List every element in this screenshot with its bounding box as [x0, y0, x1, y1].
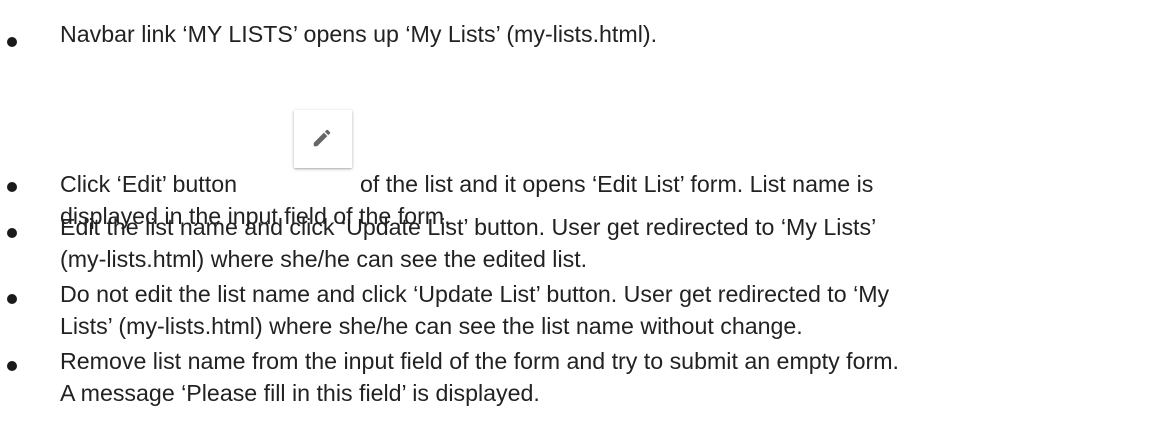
text-line: A message ‘Please fill in this field’ is… [60, 380, 540, 406]
bullet-dot [7, 294, 17, 304]
text-line: Navbar link ‘MY LISTS’ opens up ‘My List… [60, 21, 658, 47]
text-fragment: Click ‘Edit’ button [60, 171, 237, 197]
text-fragment: of the list and it opens ‘Edit List’ for… [360, 171, 874, 197]
list-item-text: Do not edit the list name and click ‘Upd… [60, 278, 1145, 342]
bullet-dot [7, 361, 17, 371]
document-page: Navbar link ‘MY LISTS’ opens up ‘My List… [0, 0, 1153, 443]
bullet-dot [7, 228, 17, 238]
list-item-text: Remove list name from the input field of… [60, 345, 1145, 409]
bullet-dot [7, 37, 17, 47]
text-line: Do not edit the list name and click ‘Upd… [60, 281, 890, 307]
text-line: Edit the list name and click ‘Update Lis… [60, 214, 877, 240]
bullet-dot [7, 182, 17, 192]
text-line: Remove list name from the input field of… [60, 348, 899, 374]
list-item-text: Edit the list name and click ‘Update Lis… [60, 211, 1145, 275]
text-line: Lists’ (my-lists.html) where she/he can … [60, 313, 803, 339]
text-line: (my-lists.html) where she/he can see the… [60, 246, 588, 272]
pencil-edit-icon [313, 129, 331, 147]
text-line-with-icon: Click ‘Edit’ button of the list and it o… [60, 110, 1145, 200]
list-item-text: Navbar link ‘MY LISTS’ opens up ‘My List… [60, 18, 1145, 50]
edit-button-image [294, 110, 352, 168]
